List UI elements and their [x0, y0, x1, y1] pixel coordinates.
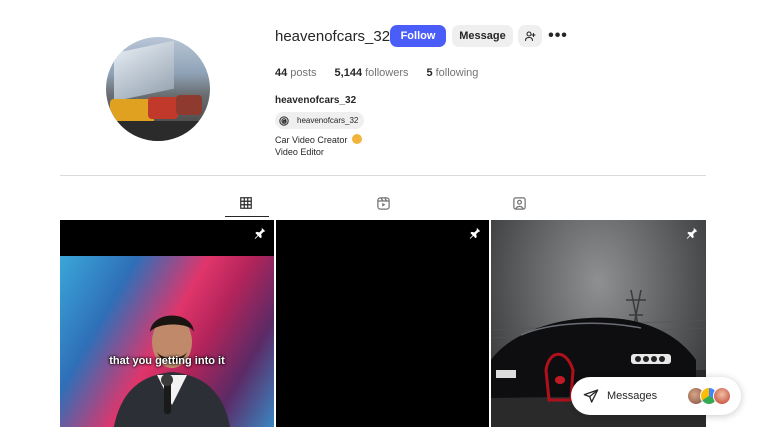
conversation-avatar-3: [713, 387, 731, 405]
post-tile-2[interactable]: [276, 220, 489, 427]
following-label: following: [435, 67, 479, 79]
avatar-ground: [106, 121, 210, 141]
threads-badge[interactable]: heavenofcars_32: [275, 112, 365, 129]
pin-icon: [686, 227, 698, 239]
pin-icon: [469, 227, 481, 239]
reels-icon: [376, 196, 390, 210]
star-struck-emoji-icon: [351, 134, 362, 144]
following-stat[interactable]: 5 following: [426, 67, 478, 79]
followers-stat[interactable]: 5,144 followers: [335, 67, 409, 79]
messages-avatars: [687, 387, 731, 405]
profile-full-name: heavenofcars_32: [275, 95, 357, 106]
post-1-speaker-image: [113, 315, 231, 427]
threads-icon: [279, 115, 289, 126]
messages-label: Messages: [607, 390, 658, 402]
more-options-button[interactable]: •••: [548, 25, 568, 47]
posts-stat: 44 posts: [275, 67, 317, 79]
avatar-car-dark-red: [176, 95, 202, 115]
section-divider: [60, 175, 706, 176]
avatar-car-red: [148, 97, 178, 119]
following-count: 5: [426, 67, 433, 79]
avatar-building: [114, 40, 174, 102]
followers-count: 5,144: [334, 67, 363, 79]
follow-button[interactable]: Follow: [390, 25, 446, 47]
messages-widget[interactable]: Messages: [571, 377, 741, 415]
bio-line-1: Car Video Creator: [275, 134, 362, 145]
bio-line-1-text: Car Video Creator: [275, 135, 348, 145]
posts-label: posts: [290, 67, 317, 79]
person-add-icon: [524, 31, 536, 42]
profile-avatar[interactable]: [106, 37, 210, 141]
tagged-icon: [512, 196, 526, 210]
posts-count: 44: [275, 67, 288, 79]
tab-tagged[interactable]: [504, 193, 534, 213]
followers-label: followers: [365, 67, 409, 79]
post-tile-1[interactable]: that you getting into it: [60, 220, 274, 427]
threads-handle: heavenofcars_32: [297, 116, 359, 125]
pin-icon: [254, 227, 266, 239]
message-button[interactable]: Message: [452, 25, 513, 47]
profile-stats: 44 posts 5,144 followers 5 following: [275, 67, 496, 79]
post-1-caption: that you getting into it: [109, 355, 225, 367]
tab-posts[interactable]: [231, 193, 261, 213]
active-tab-indicator: [225, 216, 269, 217]
grid-icon: [240, 197, 252, 209]
send-icon: [583, 389, 599, 403]
tab-reels[interactable]: [368, 193, 398, 213]
profile-username: heavenofcars_32: [275, 28, 391, 45]
bio-line-2: Video Editor: [275, 147, 324, 157]
suggest-account-button[interactable]: [518, 25, 542, 47]
